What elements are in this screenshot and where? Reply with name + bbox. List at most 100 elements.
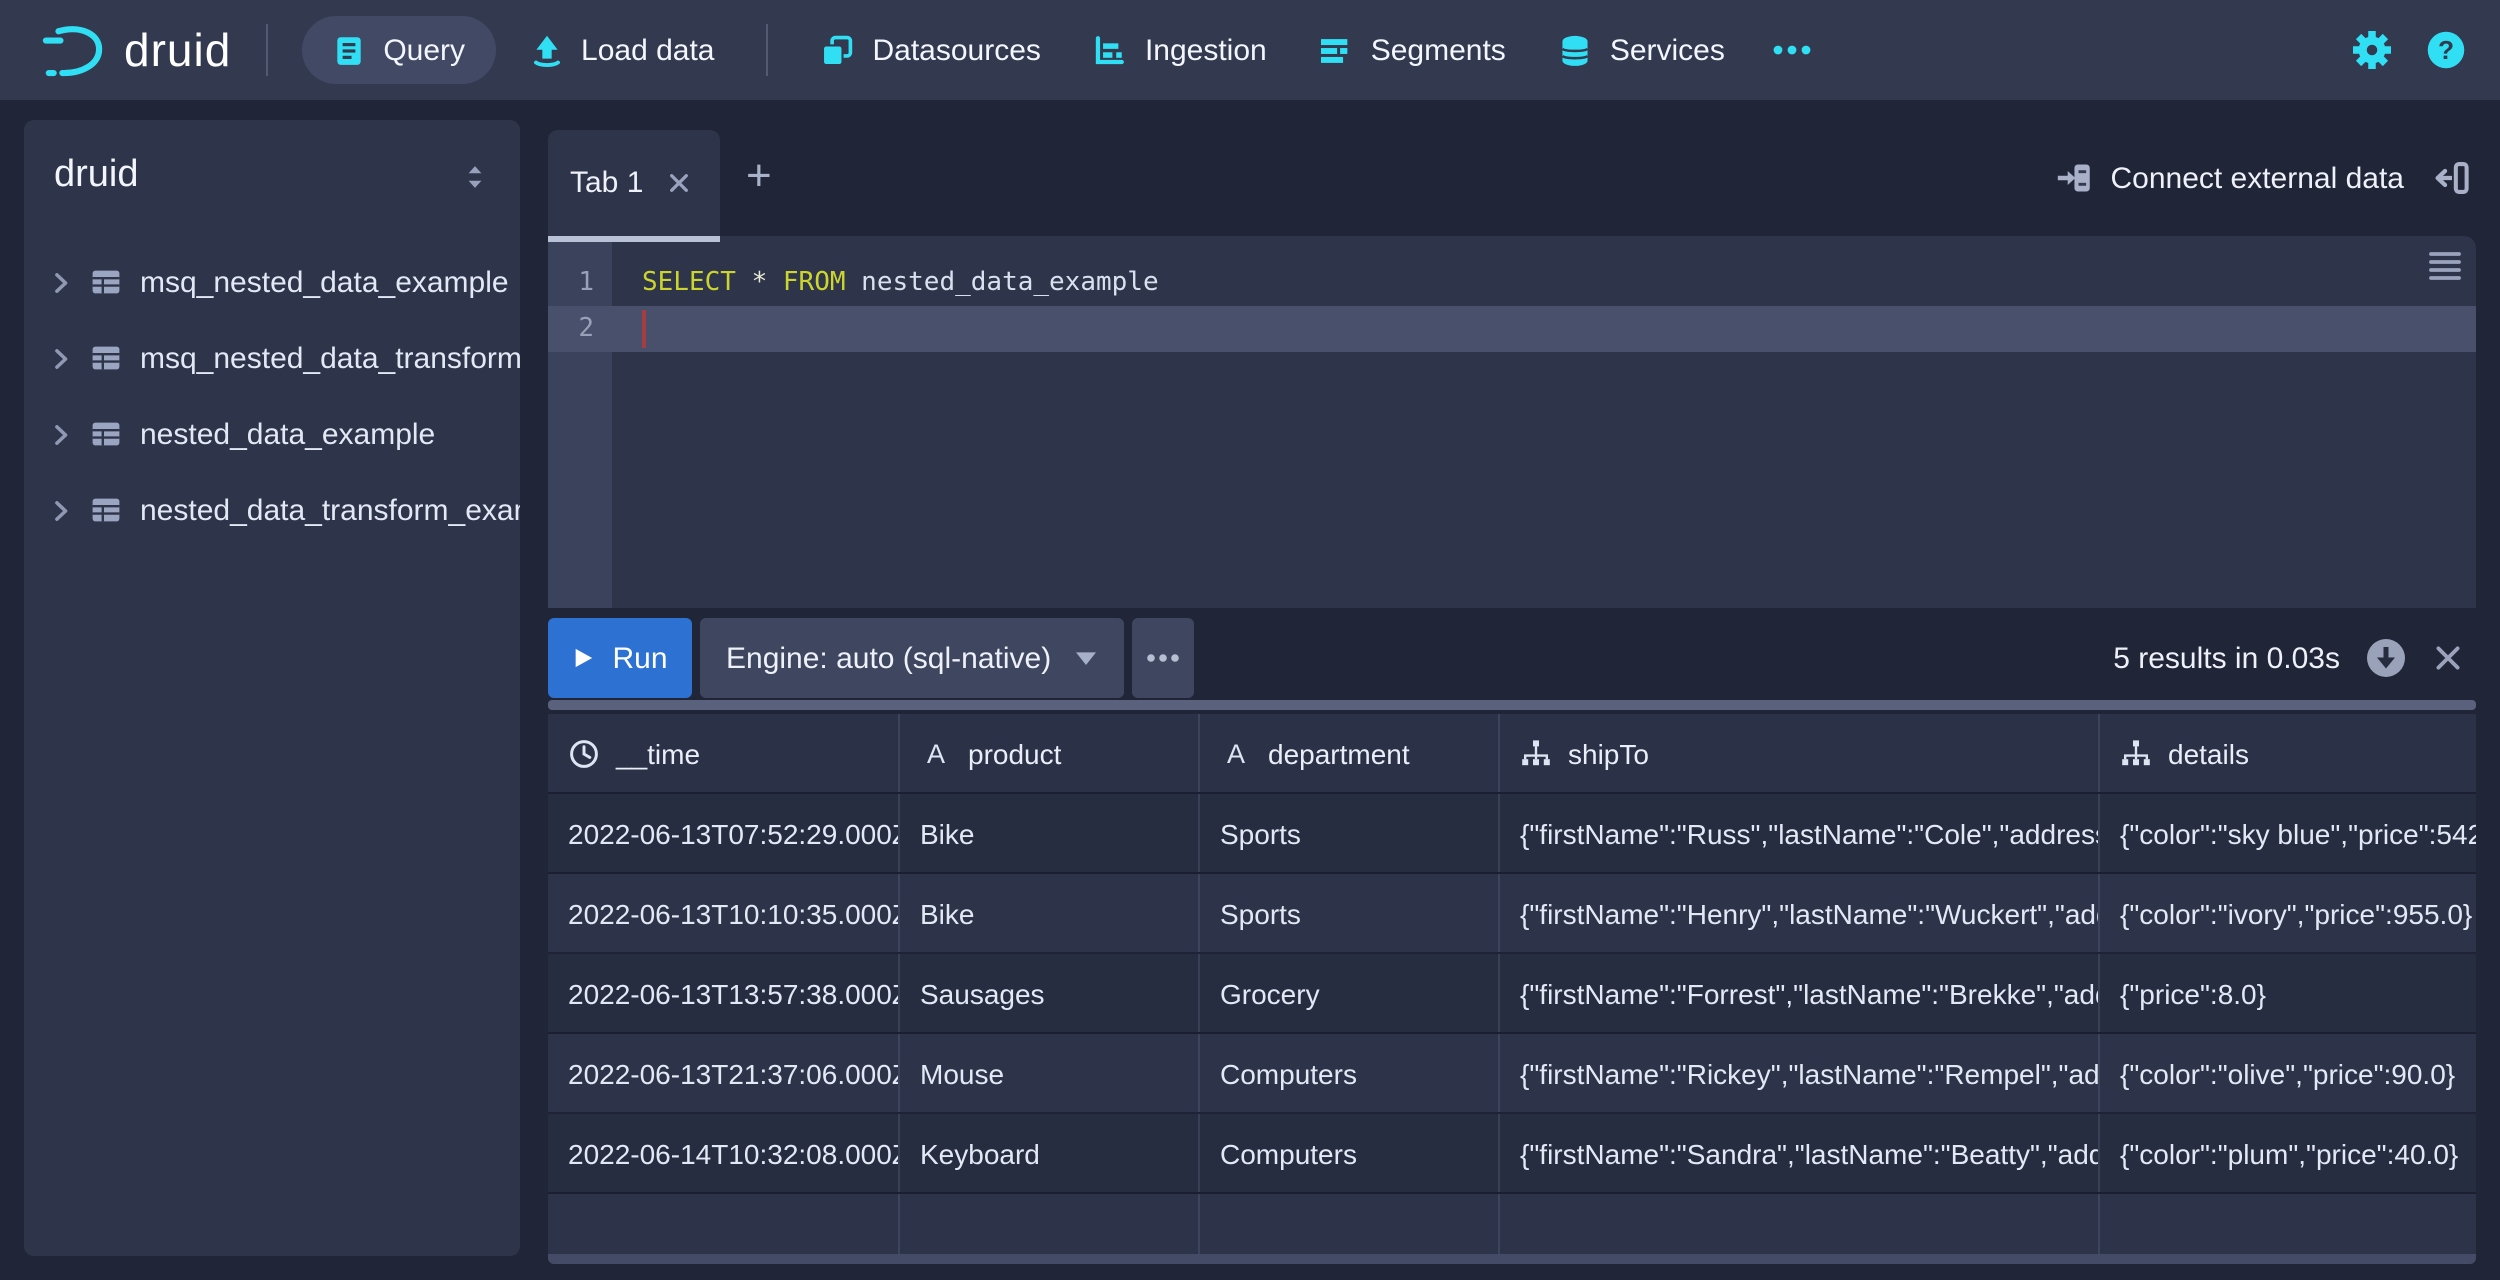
- brand-name: druid: [124, 23, 232, 75]
- sidebar-table-item[interactable]: nested_data_transform_exampl: [24, 472, 520, 548]
- column-header-label: __time: [616, 737, 701, 769]
- table-cell[interactable]: Keyboard: [900, 1114, 1200, 1192]
- tree-icon: [1520, 737, 1552, 769]
- table-cell[interactable]: Sausages: [900, 954, 1200, 1032]
- table-cell[interactable]: {"firstName":"Henry","lastName":"Wuckert…: [1500, 874, 2100, 952]
- nav-item-ingestion[interactable]: Ingestion: [1075, 16, 1285, 84]
- brand[interactable]: druid: [40, 21, 231, 79]
- services-icon: [1558, 33, 1592, 67]
- nav-item-load-data[interactable]: Load data: [511, 16, 732, 84]
- close-results-button[interactable]: [2432, 642, 2464, 674]
- more-dots-icon: [1145, 650, 1179, 666]
- chevron-right-icon[interactable]: [48, 345, 74, 371]
- table-cell[interactable]: Sports: [1200, 874, 1500, 952]
- table-row: 2022-06-13T07:52:29.000Z Bike Sports {"firs…: [548, 794, 2476, 874]
- connect-external-data-button[interactable]: Connect external data: [2056, 160, 2404, 196]
- play-icon: [572, 646, 594, 670]
- sql-code[interactable]: SELECT * FROM nested_data_example: [612, 260, 2476, 352]
- nav-item-label: Datasources: [872, 33, 1041, 67]
- table-cell[interactable]: 2022-06-13T07:52:29.000Z: [548, 794, 900, 872]
- chevron-right-icon[interactable]: [48, 269, 74, 295]
- tab-tab1[interactable]: Tab 1: [548, 130, 720, 236]
- table-cell[interactable]: {"color":"olive","price":90.0}: [2100, 1034, 2476, 1112]
- table-cell[interactable]: {"firstName":"Forrest","lastName":"Brekk…: [1500, 954, 2100, 1032]
- run-more-button[interactable]: [1131, 618, 1194, 698]
- table-cell[interactable]: Grocery: [1200, 954, 1500, 1032]
- table-cell[interactable]: 2022-06-13T10:10:35.000Z: [548, 874, 900, 952]
- new-tab-button[interactable]: +: [746, 153, 772, 198]
- column-header-label: shipTo: [1568, 737, 1649, 769]
- sidebar-header: druid: [24, 120, 520, 198]
- table-cell[interactable]: 2022-06-14T10:32:08.000Z: [548, 1114, 900, 1192]
- sidebar-table-item[interactable]: msq_nested_data_transform_ex: [24, 320, 520, 396]
- chevron-right-icon[interactable]: [48, 421, 74, 447]
- run-button[interactable]: Run: [548, 618, 692, 698]
- editor-menu-button[interactable]: [2428, 250, 2462, 282]
- string-icon: A: [1220, 737, 1252, 769]
- column-header-label: product: [968, 737, 1062, 769]
- nav-more-button[interactable]: [1759, 16, 1827, 84]
- table-cell[interactable]: {"color":"sky blue","price":542.0}: [2100, 794, 2476, 872]
- table-cell[interactable]: {"color":"plum","price":40.0}: [2100, 1114, 2476, 1192]
- datasource-name: msq_nested_data_transform_ex: [140, 341, 520, 375]
- sql-token: nested_data_example: [845, 268, 1159, 298]
- empty-cell: [548, 1194, 900, 1254]
- table-cell[interactable]: {"color":"ivory","price":955.0}: [2100, 874, 2476, 952]
- column-header-shipTo[interactable]: shipTo: [1500, 714, 2100, 792]
- sort-button[interactable]: [460, 161, 490, 191]
- hide-panel-button[interactable]: [2434, 160, 2470, 196]
- empty-cell: [2100, 1194, 2476, 1254]
- table-cell[interactable]: {"firstName":"Russ","lastName":"Cole","a…: [1500, 794, 2100, 872]
- panel-collapse-icon: [2434, 160, 2470, 196]
- table-cell[interactable]: 2022-06-13T13:57:38.000Z: [548, 954, 900, 1032]
- table-cell[interactable]: {"firstName":"Sandra","lastName":"Beatty…: [1500, 1114, 2100, 1192]
- column-header-details[interactable]: details: [2100, 714, 2476, 792]
- datasource-tree: msq_nested_data_example msq_nested_data_t…: [24, 244, 520, 548]
- nav-item-datasources[interactable]: Datasources: [803, 16, 1059, 84]
- column-header-department[interactable]: Adepartment: [1200, 714, 1500, 792]
- table-cell[interactable]: Mouse: [900, 1034, 1200, 1112]
- nav-item-label: Load data: [581, 33, 715, 67]
- download-results-button[interactable]: [2366, 638, 2406, 678]
- table-cell[interactable]: Bike: [900, 874, 1200, 952]
- panel-splitter[interactable]: [548, 700, 2476, 710]
- sql-token: FROM: [782, 268, 846, 298]
- table-row: 2022-06-13T10:10:35.000Z Bike Sports {"firs…: [548, 874, 2476, 954]
- tab-close-button[interactable]: [665, 170, 691, 196]
- nav-item-segments[interactable]: Segments: [1301, 16, 1524, 84]
- nav-item-services[interactable]: Services: [1540, 16, 1743, 84]
- gear-icon: [2352, 30, 2392, 70]
- table-cell[interactable]: 2022-06-13T21:37:06.000Z: [548, 1034, 900, 1112]
- nav-item-query[interactable]: Query: [301, 16, 496, 84]
- datasource-name: nested_data_transform_exampl: [140, 493, 520, 527]
- table-cell[interactable]: Bike: [900, 794, 1200, 872]
- nav-item-label: Services: [1609, 33, 1725, 67]
- engine-select[interactable]: Engine: auto (sql-native): [700, 618, 1124, 698]
- table-cell[interactable]: Computers: [1200, 1114, 1500, 1192]
- run-label: Run: [612, 641, 668, 675]
- results-body: 2022-06-13T07:52:29.000Z Bike Sports {"firs…: [548, 794, 2476, 1254]
- line-numbers: 12: [548, 260, 612, 352]
- empty-row: [548, 1194, 2476, 1254]
- sql-editor[interactable]: 12 SELECT * FROM nested_data_example: [548, 236, 2476, 608]
- sql-token: *: [751, 268, 768, 298]
- column-header-product[interactable]: Aproduct: [900, 714, 1200, 792]
- table-cell[interactable]: Computers: [1200, 1034, 1500, 1112]
- sidebar-table-item[interactable]: msq_nested_data_example: [24, 244, 520, 320]
- horizontal-scrollbar[interactable]: [548, 1254, 2476, 1264]
- svg-text:?: ?: [2438, 35, 2454, 65]
- column-header-__time[interactable]: __time: [548, 714, 900, 792]
- clock-icon: [568, 737, 600, 769]
- table-cell[interactable]: {"price":8.0}: [2100, 954, 2476, 1032]
- sidebar-table-item[interactable]: nested_data_example: [24, 396, 520, 472]
- svg-text:A: A: [1227, 738, 1245, 768]
- settings-button[interactable]: [2352, 30, 2392, 70]
- chevron-right-icon[interactable]: [48, 497, 74, 523]
- table-cell[interactable]: {"firstName":"Rickey","lastName":"Rempel…: [1500, 1034, 2100, 1112]
- download-icon: [2366, 638, 2406, 678]
- help-button[interactable]: ?: [2426, 30, 2466, 70]
- query-view: Tab 1 + Connect external data 1 2 SELECT…: [548, 120, 2476, 1280]
- table-cell[interactable]: Sports: [1200, 794, 1500, 872]
- schema-sidebar: druid msq_nested_data_example msq_nested_…: [24, 120, 520, 1256]
